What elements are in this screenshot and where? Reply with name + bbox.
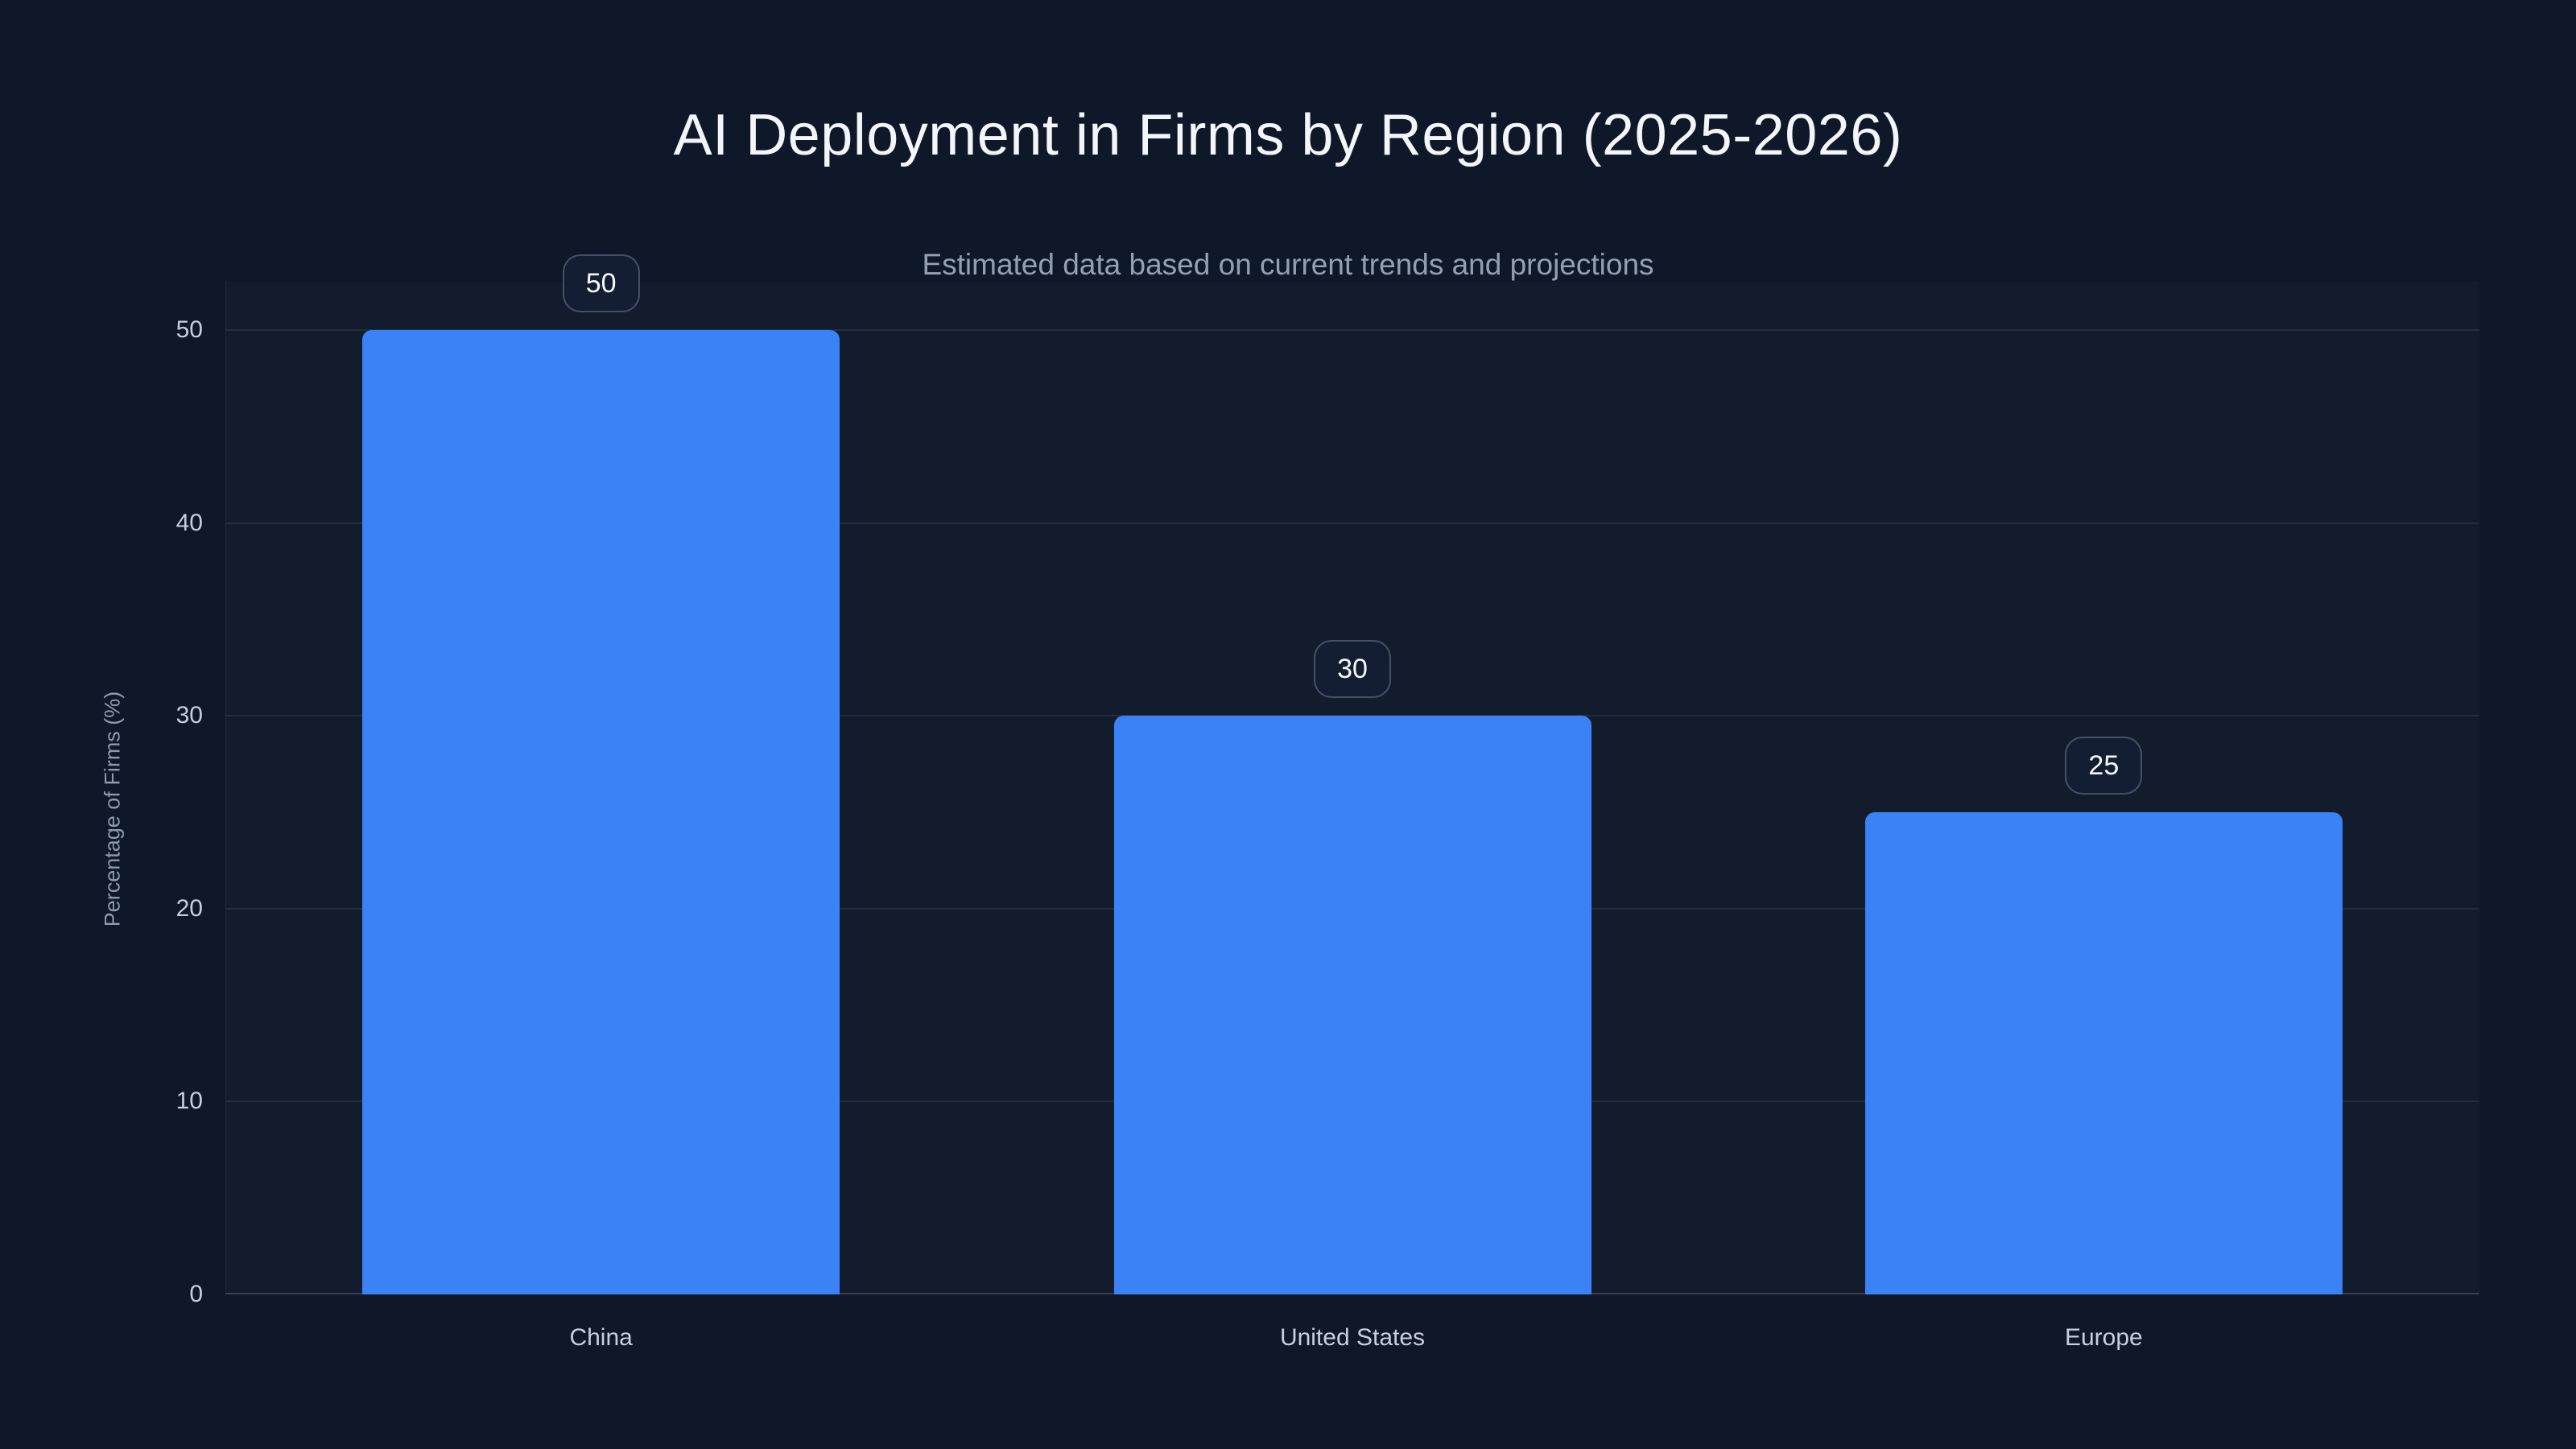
- y-tick-label-50: 50: [175, 316, 203, 343]
- value-badge-europe: 25: [2065, 737, 2143, 795]
- value-badge-united-states: 30: [1314, 640, 1391, 699]
- x-axis-label-china: China: [569, 1324, 633, 1351]
- x-axis-label-europe: Europe: [2064, 1324, 2143, 1351]
- bar-europe[interactable]: [1864, 812, 2343, 1294]
- y-tick-label-30: 30: [175, 702, 203, 729]
- y-tick-label-40: 40: [175, 509, 203, 536]
- y-tick-label-10: 10: [175, 1088, 203, 1115]
- bar-china[interactable]: [362, 330, 840, 1294]
- value-badge-china: 50: [562, 254, 640, 312]
- bar-united-states[interactable]: [1113, 716, 1591, 1294]
- y-tick-label-0: 0: [189, 1281, 203, 1307]
- chart-subtitle: Estimated data based on current trends a…: [922, 248, 1654, 281]
- chart-canvas: AI Deployment in Firms by Region (2025-2…: [0, 0, 2576, 1449]
- y-tick-label-20: 20: [175, 894, 203, 922]
- x-axis-label-united-states: United States: [1279, 1324, 1426, 1351]
- chart-title: AI Deployment in Firms by Region (2025-2…: [673, 103, 1903, 167]
- y-axis-title: Percentage of Firms (%): [100, 691, 125, 927]
